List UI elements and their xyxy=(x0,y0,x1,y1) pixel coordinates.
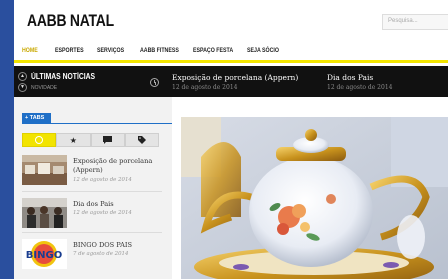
chevron-up-icon[interactable]: ▲ xyxy=(18,72,27,81)
tab-tags[interactable] xyxy=(124,133,159,147)
tabs-widget-title: + TABS xyxy=(22,113,51,123)
thumbnail-image xyxy=(22,198,67,228)
list-item[interactable]: BINGO BINGO DOS PAIS 7 de agosto de 2014 xyxy=(22,239,162,275)
featured-image[interactable] xyxy=(181,117,448,279)
nav-item-aabb-fitness[interactable]: AABB FITNESS xyxy=(140,47,179,54)
list-item-date: 12 de agosto de 2014 xyxy=(73,210,132,216)
divider xyxy=(22,191,162,192)
ticker-headline[interactable]: Dia dos Pais xyxy=(327,73,373,82)
list-item-date: 12 de agosto de 2014 xyxy=(73,177,132,183)
page: AABB NATAL Pesquisa... HOME ESPORTES SER… xyxy=(14,0,448,279)
list-item[interactable]: Dia dos Pais 12 de agosto de 2014 xyxy=(22,198,162,234)
clock-icon xyxy=(35,136,44,144)
list-item[interactable]: Exposição de porcelana (Appern) 12 de ag… xyxy=(22,155,162,191)
tag-icon xyxy=(137,136,146,144)
site-logo[interactable]: AABB NATAL xyxy=(27,11,114,31)
ticker-controls: ▲ ▼ xyxy=(18,72,27,92)
nav-item-seja-socio[interactable]: SEJA SÓCIO xyxy=(247,47,279,54)
nav-item-esportes[interactable]: ESPORTES xyxy=(55,47,84,54)
thumbnail-image xyxy=(22,155,67,185)
list-item-title[interactable]: Exposição de porcelana (Appern) xyxy=(73,157,163,175)
clock-icon xyxy=(150,78,159,87)
tab-recent[interactable] xyxy=(22,133,57,147)
ticker-date: 12 de agosto de 2014 xyxy=(172,84,238,91)
nav-item-servicos[interactable]: SERVIÇOS xyxy=(97,47,124,54)
bingo-logo-text: BINGO xyxy=(26,250,62,261)
nav-item-espaco-festa[interactable]: ESPAÇO FESTA xyxy=(193,47,233,54)
sidebar: + TABS ★ Exposição de porcelana (Appern) xyxy=(14,97,172,279)
list-item-title[interactable]: Dia dos Pais xyxy=(73,200,163,209)
search-input[interactable]: Pesquisa... xyxy=(382,14,448,30)
divider xyxy=(22,232,162,233)
tab-bar: ★ xyxy=(22,133,159,147)
comment-icon xyxy=(103,136,113,144)
divider xyxy=(22,123,172,124)
tab-comments[interactable] xyxy=(90,133,125,147)
star-icon: ★ xyxy=(69,135,77,145)
chevron-down-icon[interactable]: ▼ xyxy=(18,83,27,92)
nav-item-home[interactable]: HOME xyxy=(22,47,38,54)
tab-popular[interactable]: ★ xyxy=(56,133,91,147)
ticker-subtitle: NOVIDADE xyxy=(31,85,58,91)
header: AABB NATAL Pesquisa... xyxy=(14,0,448,42)
main-nav: HOME ESPORTES SERVIÇOS AABB FITNESS ESPA… xyxy=(14,42,448,63)
bingo-thumbnail-image: BINGO xyxy=(22,239,67,269)
list-item-title[interactable]: BINGO DOS PAIS xyxy=(73,241,163,250)
ticker-title: ÚLTIMAS NOTÍCIAS xyxy=(31,72,96,81)
list-item-date: 7 de agosto de 2014 xyxy=(73,251,129,257)
ticker-date: 12 de agosto de 2014 xyxy=(327,84,393,91)
ticker-headline[interactable]: Exposição de porcelana (Appern) xyxy=(172,73,298,82)
tabs-label: TABS xyxy=(29,115,45,121)
news-ticker: ▲ ▼ ÚLTIMAS NOTÍCIAS NOVIDADE Exposição … xyxy=(14,66,448,97)
